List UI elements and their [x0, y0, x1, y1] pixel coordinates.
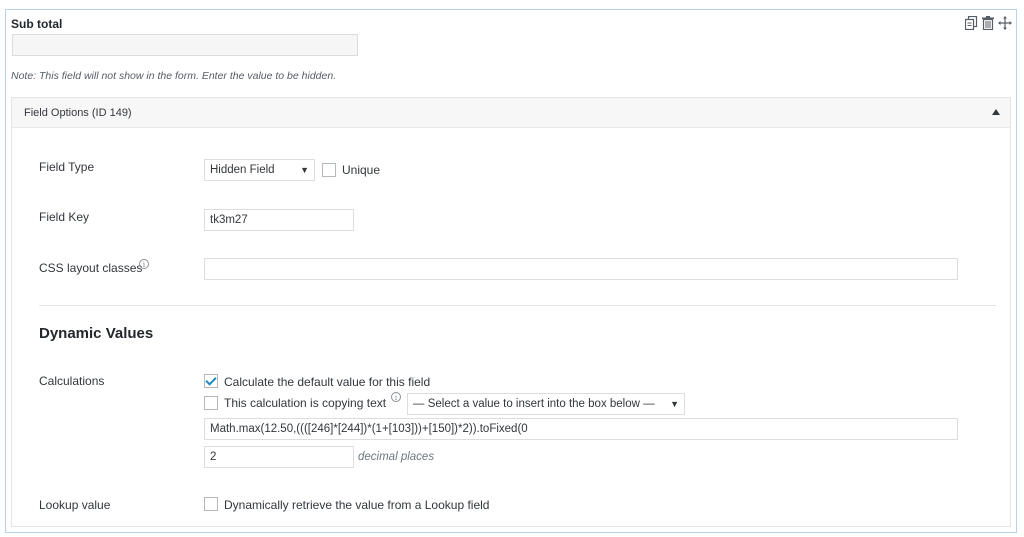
- duplicate-icon[interactable]: [964, 15, 978, 31]
- field-type-select[interactable]: Hidden Field ▼: [204, 159, 315, 181]
- lookup-value-label: Lookup value: [39, 498, 111, 512]
- field-key-input[interactable]: [204, 209, 354, 231]
- copy-text-checkbox[interactable]: [204, 396, 218, 410]
- trash-icon[interactable]: [981, 15, 995, 31]
- hidden-field-note: Note: This field will not show in the fo…: [11, 70, 337, 82]
- info-icon[interactable]: i: [139, 259, 149, 269]
- field-type-label: Field Type: [39, 160, 95, 174]
- field-options-panel: Field Options (ID 149) Field Type Hidden…: [11, 97, 1011, 527]
- section-divider: [39, 305, 996, 306]
- copy-text-info-icon[interactable]: i: [391, 392, 401, 402]
- lookup-option-label: Dynamically retrieve the value from a Lo…: [224, 498, 490, 512]
- unique-checkbox[interactable]: [322, 163, 336, 177]
- decimal-places-input[interactable]: [204, 446, 354, 468]
- field-options-title: Field Options (ID 149): [24, 107, 132, 119]
- lookup-checkbox[interactable]: [204, 497, 218, 511]
- calculate-default-checkbox[interactable]: [204, 374, 218, 388]
- dynamic-values-heading: Dynamic Values: [39, 325, 154, 342]
- field-options-header[interactable]: Field Options (ID 149): [12, 98, 1010, 128]
- css-layout-label: CSS layout classes: [39, 261, 143, 275]
- field-type-value: Hidden Field: [210, 164, 275, 176]
- field-title: Sub total: [11, 17, 63, 31]
- unique-label: Unique: [342, 163, 381, 177]
- collapse-icon[interactable]: [992, 109, 1000, 115]
- hidden-value-preview: [12, 34, 358, 56]
- move-icon[interactable]: [998, 15, 1012, 31]
- chevron-down-icon: ▼: [300, 165, 309, 175]
- css-layout-input[interactable]: [204, 258, 958, 280]
- copy-text-label: This calculation is copying text: [224, 396, 387, 410]
- calculations-label: Calculations: [39, 374, 105, 388]
- calculation-formula-input[interactable]: [204, 418, 958, 440]
- chevron-down-icon: ▼: [670, 399, 679, 409]
- field-toolbar: [964, 15, 1012, 31]
- insert-value-select[interactable]: — Select a value to insert into the box …: [407, 393, 685, 415]
- field-key-label: Field Key: [39, 210, 90, 224]
- calculate-default-label: Calculate the default value for this fie…: [224, 375, 431, 389]
- field-box: Sub total Note: This field will not show…: [5, 9, 1017, 533]
- decimal-places-hint: decimal places: [358, 451, 435, 463]
- insert-value-placeholder: — Select a value to insert into the box …: [413, 398, 655, 410]
